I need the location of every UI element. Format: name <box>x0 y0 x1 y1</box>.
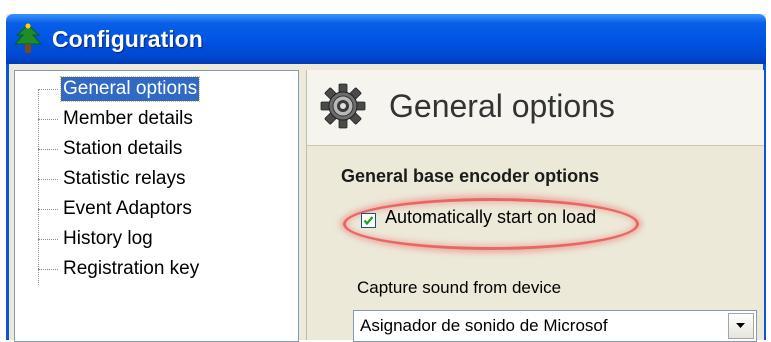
tree-item-label: General options <box>59 76 201 102</box>
auto-start-checkbox[interactable] <box>361 213 376 228</box>
capture-device-value: Asignador de sonido de Microsof <box>360 316 608 335</box>
tree-icon <box>13 23 43 53</box>
title-bar[interactable]: Configuration <box>6 14 766 64</box>
panel-header: General options <box>307 70 764 146</box>
window-frame-left <box>6 64 9 340</box>
tree-item-label: Event Adaptors <box>63 198 192 219</box>
general-options-panel: General options General base encoder opt… <box>306 70 764 342</box>
tree-item-label: Station details <box>63 138 183 159</box>
auto-start-label[interactable]: Automatically start on load <box>385 207 596 228</box>
configuration-window: Configuration General options Member det… <box>6 14 766 342</box>
tree-item-label: Statistic relays <box>63 168 186 189</box>
window-title: Configuration <box>52 26 203 52</box>
panel-title: General options <box>389 88 615 124</box>
capture-device-label: Capture sound from device <box>357 278 562 297</box>
checkmark-icon <box>363 216 374 226</box>
tree-item-label: Registration key <box>63 258 200 279</box>
gear-icon <box>320 83 366 129</box>
capture-device-select[interactable]: Asignador de sonido de Microsof <box>353 310 757 342</box>
section-title: General base encoder options <box>341 166 600 186</box>
tree-item-label: History log <box>63 228 153 249</box>
tree-item-label: Member details <box>63 108 193 129</box>
chevron-down-icon <box>736 323 745 328</box>
dropdown-button[interactable] <box>728 313 754 339</box>
options-tree[interactable]: General options Member details Station d… <box>14 70 299 342</box>
